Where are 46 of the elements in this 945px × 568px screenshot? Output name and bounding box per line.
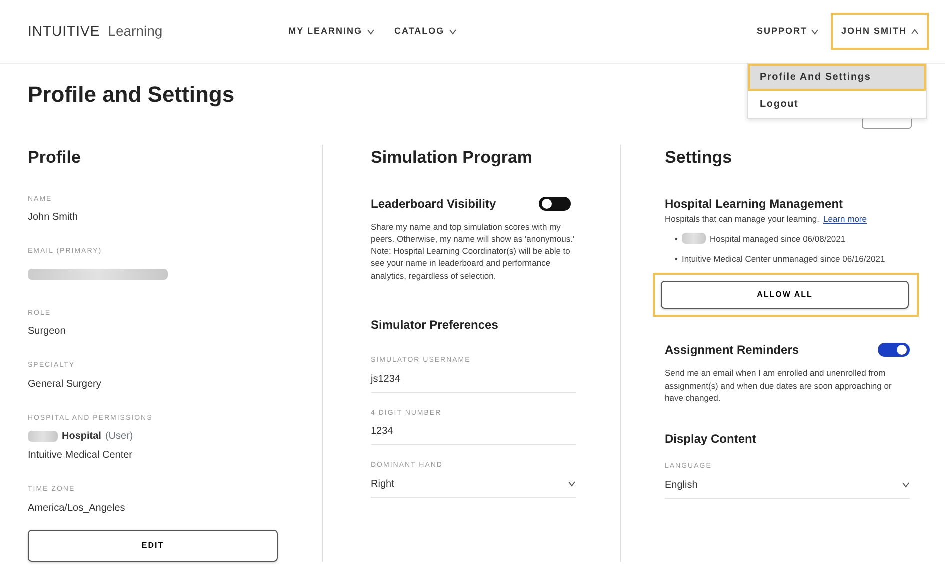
setting-subtitle: Hospitals that can manage your learning. [665,212,820,225]
logo-product: Learning [108,22,163,41]
menu-item[interactable]: Logout [748,90,926,118]
chevron-icon [811,28,820,34]
input-field[interactable]: 1234 [371,424,576,446]
field-value: America/Los_Angeles [28,502,126,516]
chevron-icon [911,28,919,34]
field-value: John Smith [28,211,80,225]
field-value: General Surgery [28,378,102,392]
field-value: Surgeon [28,325,67,339]
input-field[interactable]: js1234 [371,372,576,393]
hospital-name: Hospital [62,430,102,444]
allow-all-button[interactable]: ALLOW ALL [661,281,909,310]
page-title: Profile and Settings [28,81,235,109]
chevron-icon [568,481,576,488]
menu-item[interactable]: Profile And Settings [748,64,926,91]
setting-description: Share my name and top simulation scores with my peers. Otherwise, my name will show as 'anonymous.' Note: Hospital Learning Coordinator(s) will be able to see your name in leaderboard and performance analytics, regardless of selection. [371,220,576,282]
nav-menu[interactable]: SUPPORT [750,20,826,42]
setting-title: Leaderboard Visibility [371,196,496,212]
bullet-icon: • [675,253,678,266]
select-field[interactable]: Right [371,476,576,498]
section-title: Simulation Program [371,147,534,169]
chevron-icon [902,482,910,488]
bullet-icon: • [675,232,678,246]
nav-menu[interactable]: JOHN SMITH [833,14,927,48]
edit-button[interactable]: EDIT [28,530,278,562]
hospital-item-text: Hospital managed since 06/08/2021 [710,232,846,246]
section-title: Profile [28,147,82,169]
section-title: Settings [665,147,734,169]
select-field[interactable]: English [665,478,910,499]
field-value: Intuitive Medical Center [28,449,134,463]
setting-description: Send me an email when I am enrolled and unenrolled from assignment(s) and when due dates are soon approaching or have changed. [665,367,893,404]
nav-menu[interactable]: MY LEARNING [282,20,381,42]
setting-title: Hospital Learning Management [665,196,844,212]
toggle-switch[interactable] [878,343,910,358]
toggle-switch[interactable] [539,196,571,210]
setting-title: Assignment Reminders [665,342,800,360]
chevron-icon [448,28,457,34]
subsection-title: Display Content [665,431,758,448]
learn-more-link[interactable]: Learn more [824,212,867,225]
permission-text: (User) [105,430,134,444]
subsection-title: Simulator Preferences [371,317,500,334]
logo-brand[interactable]: INTUITIVE [28,21,100,42]
nav-menu[interactable]: CATALOG [388,20,463,42]
chevron-icon [366,28,375,34]
hospital-item-text: Intuitive Medical Center unmanaged since 06/16/2021 [682,253,886,266]
